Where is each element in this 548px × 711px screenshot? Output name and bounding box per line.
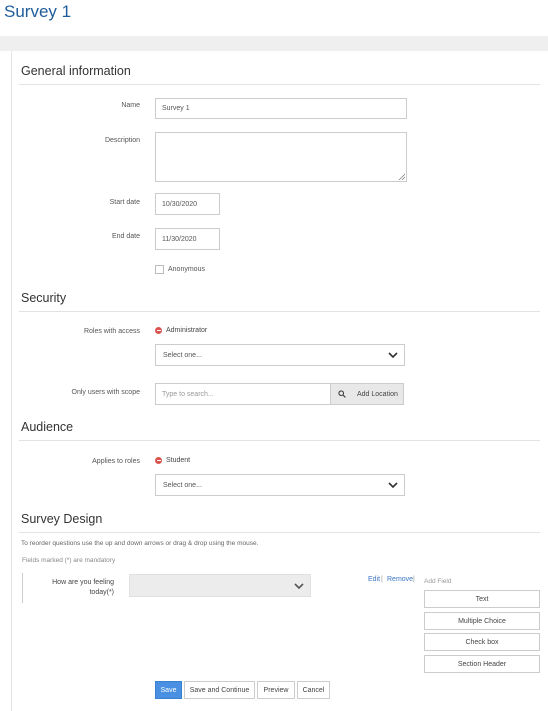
anonymous-checkbox[interactable] <box>155 265 164 274</box>
general-heading: General information <box>21 64 131 78</box>
remove-role-icon[interactable] <box>155 457 162 464</box>
name-label: Name <box>121 102 140 109</box>
mandatory-note: Fields marked (*) are mandatory <box>22 557 116 564</box>
add-multiple-choice-button[interactable]: Multiple Choice <box>424 612 540 630</box>
question-label: How are you feeling today(*) <box>52 579 114 596</box>
search-icon <box>338 390 346 398</box>
role-tag-label: Student <box>166 457 191 464</box>
general-divider <box>19 84 540 85</box>
end-date-label: End date <box>111 233 140 240</box>
audience-divider <box>19 440 540 441</box>
scope-search-input[interactable]: Type to search... <box>155 383 331 405</box>
remove-question-link[interactable]: Remove <box>387 576 413 583</box>
add-text-field-button[interactable]: Text <box>424 590 540 608</box>
add-section-header-button[interactable]: Section Header <box>424 655 540 673</box>
roles-with-access-label: Roles with access <box>83 328 140 335</box>
applies-to-roles-label: Applies to roles <box>92 458 140 465</box>
header-band <box>0 36 548 51</box>
save-button[interactable]: Save <box>155 681 182 699</box>
anonymous-label: Anonymous <box>168 266 205 273</box>
role-tag-label: Administrator <box>166 327 208 334</box>
add-location-button[interactable]: Add Location <box>330 383 404 405</box>
select-placeholder: Select one... <box>163 481 202 489</box>
scope-label: Only users with scope <box>71 389 140 396</box>
page-title: Survey 1 <box>4 2 72 21</box>
audience-roles-select[interactable]: Select one... <box>155 474 405 496</box>
select-placeholder: Select one... <box>163 351 202 359</box>
chevron-down-icon <box>294 582 304 589</box>
add-field-label: Add Field <box>424 578 452 585</box>
resize-grip-icon[interactable] <box>398 173 405 180</box>
description-label: Description <box>104 137 140 144</box>
question-answer-select[interactable] <box>129 574 311 597</box>
chevron-down-icon <box>388 352 398 358</box>
link-separator: | <box>381 576 383 583</box>
add-location-label: Add Location <box>357 390 398 398</box>
link-separator: | <box>413 576 415 583</box>
start-date-input[interactable]: 10/30/2020 <box>155 193 220 215</box>
start-date-label: Start date <box>109 199 140 206</box>
save-and-continue-button[interactable]: Save and Continue <box>184 681 255 699</box>
end-date-input[interactable]: 11/30/2020 <box>155 228 220 250</box>
description-textarea[interactable] <box>155 132 407 182</box>
add-check-box-button[interactable]: Check box <box>424 633 540 651</box>
survey-design-heading: Survey Design <box>21 512 103 526</box>
cancel-button[interactable]: Cancel <box>297 681 330 699</box>
role-tag-student: Student <box>155 457 190 464</box>
security-heading: Security <box>21 291 67 305</box>
survey-design-divider <box>19 532 540 533</box>
preview-button[interactable]: Preview <box>257 681 295 699</box>
chevron-down-icon <box>388 482 398 488</box>
reorder-help-text: To reorder questions use the up and down… <box>21 540 259 547</box>
security-roles-select[interactable]: Select one... <box>155 344 405 366</box>
name-input[interactable]: Survey 1 <box>155 98 407 119</box>
security-divider <box>19 311 540 312</box>
role-tag-administrator: Administrator <box>155 327 207 334</box>
edit-question-link[interactable]: Edit <box>368 576 380 583</box>
remove-role-icon[interactable] <box>155 327 162 334</box>
audience-heading: Audience <box>21 420 74 434</box>
